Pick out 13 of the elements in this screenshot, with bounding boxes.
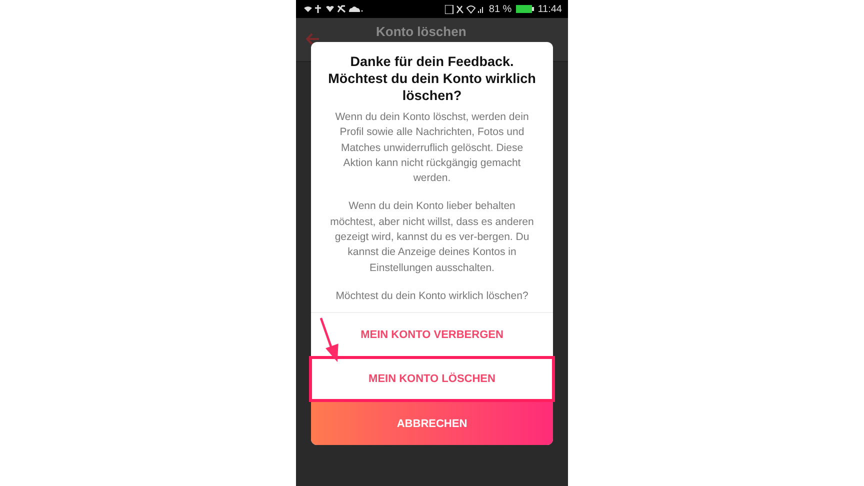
battery-percentage: 81 % bbox=[488, 4, 512, 14]
dialog-text: Wenn du dein Konto lieber behalten möchtest, aber nicht willst, dass es anderen gezeigt wird, kannst du es ver-bergen. Du kannst die Anzeige deines Kontos in Einstellungen ausschalten. bbox=[330, 199, 534, 276]
delete-account-button[interactable]: MEIN KONTO LÖSCHEN bbox=[309, 356, 555, 402]
dialog-text: Wenn du dein Konto löschst, werden dein Profil sowie alle Nachrichten, Fotos und Matches unwiderruflich gelöscht. Diese Aktion kann nicht rückgängig gemacht werden. bbox=[334, 110, 530, 186]
cancel-button[interactable]: ABBRECHEN bbox=[311, 402, 553, 446]
dialog-title: Danke für dein Feedback. Möchtest du dein Konto wirklich löschen? bbox=[327, 53, 537, 105]
battery-icon bbox=[516, 5, 534, 13]
dialog-text: Möchtest du dein Konto wirklich löschen? bbox=[334, 288, 530, 304]
screen-title: Konto löschen bbox=[376, 24, 466, 39]
back-arrow-icon[interactable] bbox=[306, 33, 320, 45]
connectivity-icons bbox=[444, 4, 485, 14]
notification-icons bbox=[304, 5, 364, 13]
clock: 11:44 bbox=[538, 4, 562, 14]
